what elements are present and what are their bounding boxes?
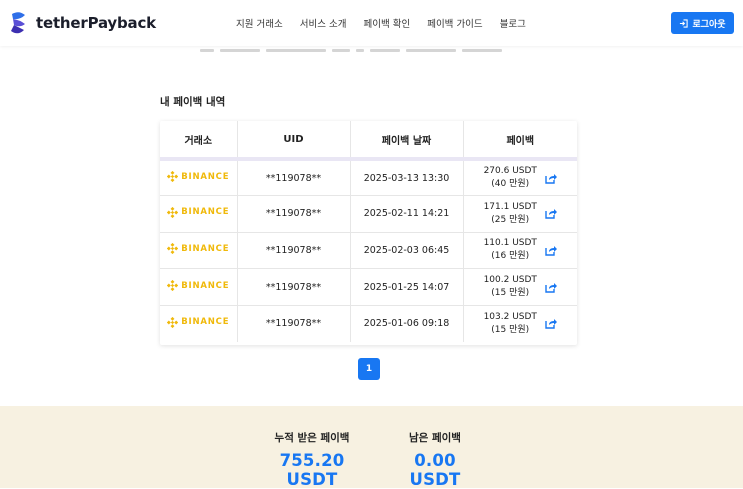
binance-logo-icon xyxy=(167,206,179,218)
nav-item-blog[interactable]: 블로그 xyxy=(500,16,526,30)
exchange-name: BINANCE xyxy=(181,317,230,328)
payback-cell: 171.1 USDT (25 만원) xyxy=(463,195,577,233)
exchange-name: BINANCE xyxy=(181,280,230,291)
table-row: BINANCE **119078** 2025-02-03 06:45 110.… xyxy=(160,232,577,270)
uid-cell: **119078** xyxy=(237,195,351,233)
share-icon[interactable] xyxy=(545,318,557,330)
nav-item-payback-guide[interactable]: 페이백 가이드 xyxy=(427,16,482,30)
binance-logo-icon xyxy=(167,280,179,292)
date-cell: 2025-01-06 09:18 xyxy=(350,305,464,342)
payback-krw: (40 만원) xyxy=(491,179,530,190)
date-cell: 2025-01-25 14:07 xyxy=(350,268,464,306)
binance-logo: BINANCE xyxy=(167,243,230,255)
binance-logo: BINANCE xyxy=(167,171,230,183)
tether-logo-icon xyxy=(8,11,30,35)
payback-amount: 100.2 USDT xyxy=(483,275,537,286)
exchange-name: BINANCE xyxy=(181,207,230,218)
payback-cell: 100.2 USDT (15 만원) xyxy=(463,268,577,306)
exchange-name: BINANCE xyxy=(181,243,230,254)
remaining-value: 0.00 USDT xyxy=(409,451,461,489)
exchange-cell: BINANCE xyxy=(160,195,238,233)
share-icon[interactable] xyxy=(545,245,557,256)
table-row: BINANCE **119078** 2025-01-25 14:07 100.… xyxy=(160,268,577,306)
binance-logo-icon xyxy=(167,171,179,183)
header-exchange: 거래소 xyxy=(160,121,238,161)
payback-krw: (25 만원) xyxy=(491,214,530,225)
payback-summary: 누적 받은 페이백 755.20 USDT 남은 페이백 0.00 USDT xyxy=(0,406,743,489)
nav-item-supported-exchanges[interactable]: 지원 거래소 xyxy=(236,16,283,30)
logout-button[interactable]: 로그아웃 xyxy=(671,12,734,34)
pagination-page-1[interactable]: 1 xyxy=(358,358,380,380)
exchange-cell: BINANCE xyxy=(160,232,238,270)
nav-item-payback-check[interactable]: 페이백 확인 xyxy=(363,16,410,30)
table-header-row: 거래소 UID 페이백 날짜 페이백 xyxy=(160,121,577,161)
binance-logo: BINANCE xyxy=(167,206,230,218)
payback-cell: 103.2 USDT (15 만원) xyxy=(463,305,577,342)
main-nav: 지원 거래소 서비스 소개 페이백 확인 페이백 가이드 블로그 xyxy=(236,16,543,30)
date-cell: 2025-02-11 14:21 xyxy=(350,195,464,233)
total-received-label: 누적 받은 페이백 xyxy=(274,432,350,444)
table-row: BINANCE **119078** 2025-01-06 09:18 103.… xyxy=(160,305,577,342)
uid-cell: **119078** xyxy=(237,232,351,270)
payback-cell: 270.6 USDT (40 만원) xyxy=(463,159,577,197)
binance-logo: BINANCE xyxy=(167,280,230,292)
total-received-value: 755.20 USDT xyxy=(279,451,345,489)
logout-label: 로그아웃 xyxy=(692,19,726,30)
exchange-name: BINANCE xyxy=(181,171,230,182)
binance-logo-icon xyxy=(167,316,179,328)
share-icon[interactable] xyxy=(545,173,557,184)
payback-amount: 103.2 USDT xyxy=(483,311,537,322)
uid-cell: **119078** xyxy=(237,268,351,306)
total-received-block: 누적 받은 페이백 755.20 USDT xyxy=(259,430,365,489)
share-icon[interactable] xyxy=(545,282,557,293)
binance-logo-icon xyxy=(167,243,179,255)
nav-item-service-intro[interactable]: 서비스 소개 xyxy=(300,16,347,30)
brand-name: tetherPayback xyxy=(36,14,156,32)
uid-cell: **119078** xyxy=(237,305,351,342)
payback-amount: 270.6 USDT xyxy=(483,166,537,177)
remaining-block: 남은 페이백 0.00 USDT xyxy=(392,430,478,489)
table-row: BINANCE **119078** 2025-03-13 13:30 270.… xyxy=(160,159,577,197)
share-icon[interactable] xyxy=(545,208,557,220)
payback-amount: 171.1 USDT xyxy=(483,201,537,212)
date-cell: 2025-03-13 13:30 xyxy=(350,159,464,197)
payback-krw: (16 만원) xyxy=(491,251,530,262)
table-row: BINANCE **119078** 2025-02-11 14:21 171.… xyxy=(160,195,577,233)
exchange-cell: BINANCE xyxy=(160,268,238,306)
brand-logo[interactable]: tetherPayback xyxy=(8,11,156,35)
payback-amount: 110.1 USDT xyxy=(483,238,537,249)
top-header: tetherPayback 지원 거래소 서비스 소개 페이백 확인 페이백 가… xyxy=(0,0,743,46)
payback-cell: 110.1 USDT (16 만원) xyxy=(463,232,577,270)
remaining-label: 남은 페이백 xyxy=(409,432,461,444)
uid-cell: **119078** xyxy=(237,159,351,197)
exchange-cell: BINANCE xyxy=(160,305,238,342)
header-uid: UID xyxy=(237,121,351,161)
payback-history-table: 거래소 UID 페이백 날짜 페이백 BINANCE **119078** 20… xyxy=(160,121,577,345)
page-title: 내 페이백 내역 xyxy=(160,96,226,108)
header-payback-date: 페이백 날짜 xyxy=(350,121,464,161)
payback-krw: (15 만원) xyxy=(491,324,530,335)
binance-logo: BINANCE xyxy=(167,316,230,328)
date-cell: 2025-02-03 06:45 xyxy=(350,232,464,270)
header-payback: 페이백 xyxy=(463,121,577,161)
payback-krw: (15 만원) xyxy=(491,288,530,299)
exchange-cell: BINANCE xyxy=(160,159,238,197)
logout-icon xyxy=(680,18,689,28)
